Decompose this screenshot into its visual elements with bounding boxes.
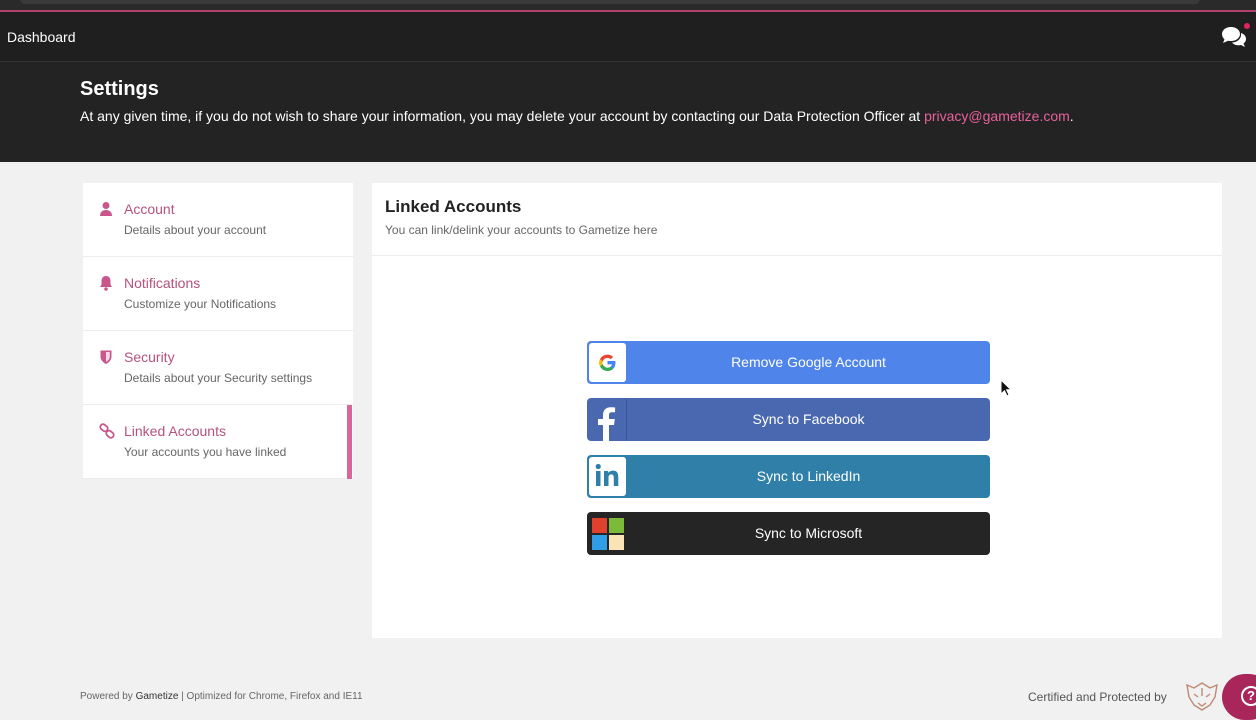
panel-header: Linked Accounts You can link/delink your… xyxy=(372,183,1222,256)
question-icon: ? xyxy=(1241,686,1256,706)
button-label: Sync to Microsoft xyxy=(754,525,863,541)
dashboard-link[interactable]: Dashboard xyxy=(7,29,76,45)
facebook-icon xyxy=(587,398,627,441)
sidebar-item-subtitle: Details about your account xyxy=(124,223,267,237)
privacy-message-end: . xyxy=(1069,108,1074,124)
notification-dot xyxy=(1244,23,1250,29)
linked-accounts-panel: Linked Accounts You can link/delink your… xyxy=(372,183,1222,638)
sidebar-item-security[interactable]: Security Details about your Security set… xyxy=(83,331,353,405)
sidebar-item-title: Notifications xyxy=(124,275,201,291)
sync-facebook-button[interactable]: Sync to Facebook xyxy=(587,398,990,441)
settings-sidebar: Account Details about your account Notif… xyxy=(83,183,353,479)
shield-icon xyxy=(99,349,113,365)
sidebar-item-subtitle: Details about your Security settings xyxy=(124,371,313,385)
sidebar-item-title: Account xyxy=(124,201,175,217)
active-indicator xyxy=(347,405,352,479)
browser-tab-pill xyxy=(20,0,1200,4)
certification-logo-icon xyxy=(1184,680,1220,714)
page-title: Settings xyxy=(80,78,159,100)
top-navbar: Dashboard xyxy=(0,12,1256,62)
powered-suffix: | Optimized for Chrome, Firefox and IE11 xyxy=(178,691,363,702)
privacy-message-text: At any given time, if you do not wish to… xyxy=(80,108,925,124)
sidebar-item-linked-accounts[interactable]: Linked Accounts Your accounts you have l… xyxy=(83,405,353,479)
powered-prefix: Powered by xyxy=(80,691,136,702)
sync-microsoft-button[interactable]: Sync to Microsoft xyxy=(587,512,990,555)
help-button[interactable]: ? xyxy=(1222,674,1256,720)
chat-bubbles-icon[interactable] xyxy=(1220,23,1250,49)
link-icon xyxy=(99,423,115,439)
sidebar-item-title: Linked Accounts xyxy=(124,423,226,439)
user-icon xyxy=(99,201,113,217)
mouse-cursor-icon xyxy=(1000,378,1013,397)
button-label: Sync to LinkedIn xyxy=(756,468,861,484)
button-label: Sync to Facebook xyxy=(752,411,865,427)
settings-header: Settings At any given time, if you do no… xyxy=(0,62,1256,162)
panel-description: You can link/delink your accounts to Gam… xyxy=(385,223,658,237)
bell-icon xyxy=(99,275,113,291)
google-icon xyxy=(589,343,626,382)
privacy-message: At any given time, if you do not wish to… xyxy=(80,108,1074,124)
sync-linkedin-button[interactable]: Sync to LinkedIn xyxy=(587,455,990,498)
footer-certified: Certified and Protected by xyxy=(1028,690,1167,704)
sidebar-item-account[interactable]: Account Details about your account xyxy=(83,183,353,257)
privacy-email-link[interactable]: privacy@gametize.com xyxy=(924,108,1070,124)
sidebar-item-title: Security xyxy=(124,349,175,365)
sidebar-item-notifications[interactable]: Notifications Customize your Notificatio… xyxy=(83,257,353,331)
sidebar-item-subtitle: Customize your Notifications xyxy=(124,297,277,311)
sidebar-item-subtitle: Your accounts you have linked xyxy=(124,445,287,459)
button-label: Remove Google Account xyxy=(731,354,886,370)
microsoft-icon xyxy=(589,514,626,553)
gametize-link[interactable]: Gametize xyxy=(136,691,179,702)
linkedin-icon xyxy=(589,457,626,496)
panel-title: Linked Accounts xyxy=(385,197,522,216)
remove-google-account-button[interactable]: Remove Google Account xyxy=(587,341,990,384)
footer-powered-by: Powered by Gametize | Optimized for Chro… xyxy=(80,691,363,702)
